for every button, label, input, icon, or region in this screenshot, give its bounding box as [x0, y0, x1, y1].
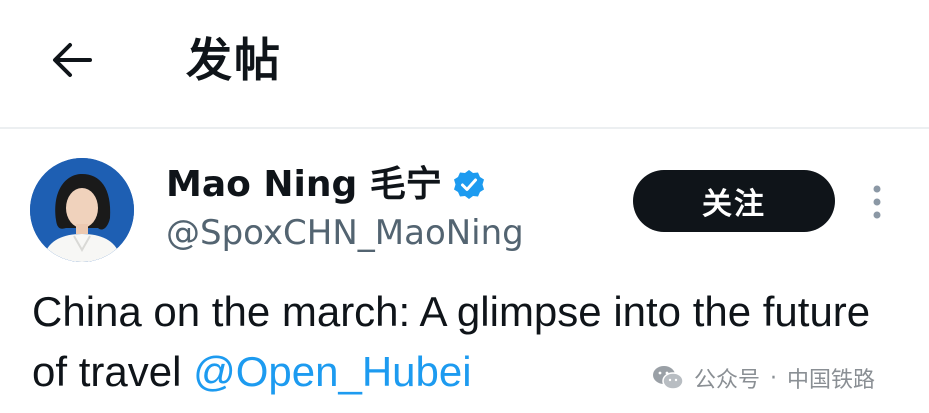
watermark-account-label: 公众号: [694, 368, 761, 393]
author-handle[interactable]: @SpoxCHN_MaoNing: [166, 210, 524, 256]
author-display-name[interactable]: Mao Ning 毛宁: [166, 162, 442, 208]
wechat-icon: [652, 364, 684, 392]
top-bar: 发帖: [0, 0, 929, 126]
watermark-separator: ·: [770, 365, 778, 391]
watermark: 公众号 · 中国铁路: [652, 358, 875, 398]
watermark-account-name: 中国铁路: [787, 368, 876, 393]
header-divider: [0, 127, 929, 129]
avatar[interactable]: [30, 158, 134, 262]
follow-button[interactable]: 关注: [633, 170, 835, 232]
mention-link[interactable]: @Open_Hubei: [193, 348, 471, 395]
more-options-button[interactable]: [862, 180, 892, 224]
back-button[interactable]: [46, 36, 98, 84]
author-name-row: Mao Ning 毛宁: [166, 162, 486, 208]
avatar-image: [30, 158, 134, 262]
page-title: 发帖: [186, 33, 282, 87]
arrow-left-icon: [53, 43, 92, 77]
verified-badge-icon: [452, 168, 486, 202]
more-vertical-icon: [873, 185, 881, 219]
